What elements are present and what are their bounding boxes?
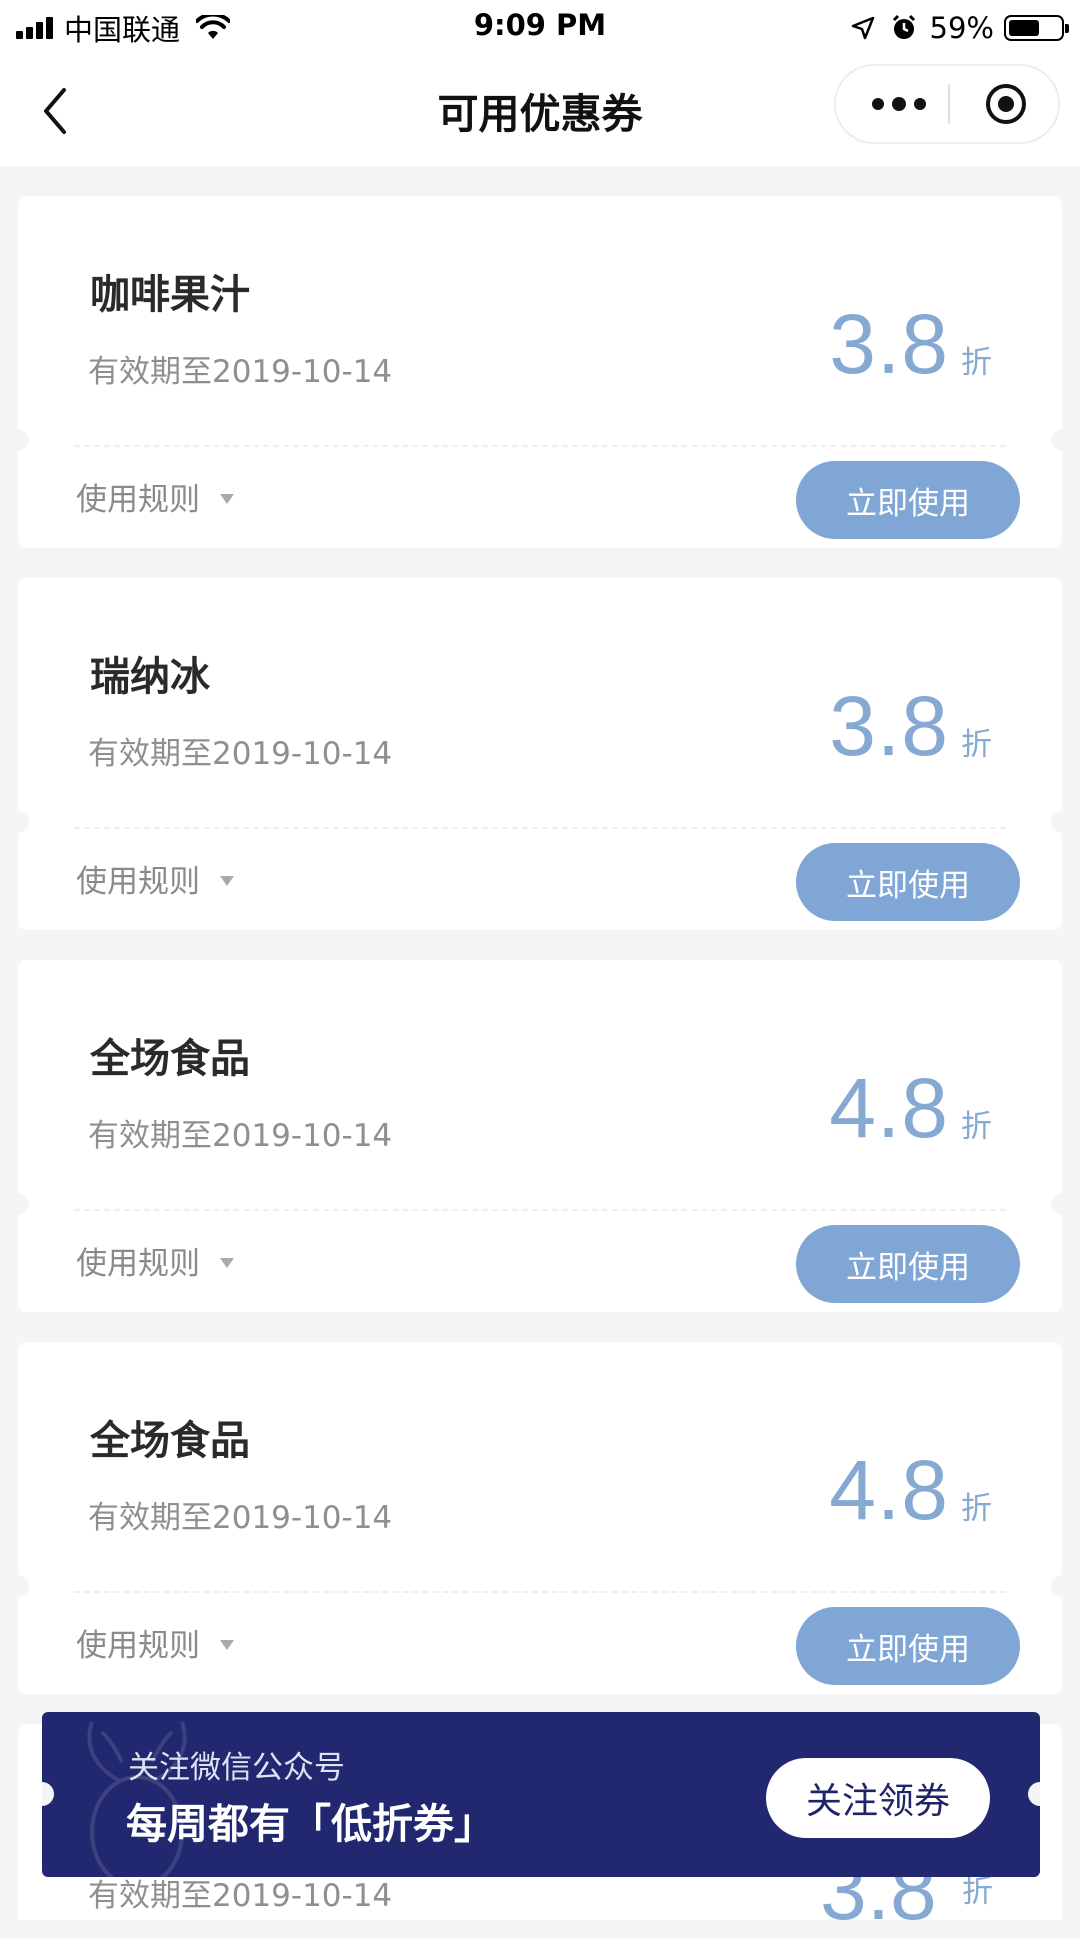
location-arrow-icon bbox=[851, 16, 874, 40]
card-notch bbox=[7, 1575, 29, 1597]
coupon-title: 全场食品 bbox=[90, 1418, 250, 1464]
card-notch bbox=[1051, 1575, 1073, 1597]
coupon-card: 瑞纳冰 有效期至2019-10-14 3.8 折 使用规则 立即使用 bbox=[7, 578, 1073, 930]
discount-unit: 折 bbox=[961, 1491, 992, 1527]
usage-rules-label: 使用规则 bbox=[76, 482, 200, 518]
usage-rules-toggle[interactable]: 使用规则 bbox=[76, 1238, 234, 1283]
banner-notch bbox=[1028, 1782, 1040, 1806]
battery-level bbox=[1009, 20, 1039, 36]
card-notch bbox=[7, 1193, 29, 1215]
coupon-title: 瑞纳冰 bbox=[90, 654, 210, 700]
coupon-expiry: 有效期至2019-10-14 bbox=[88, 736, 393, 772]
capsule-divider bbox=[948, 84, 950, 124]
usage-rules-toggle[interactable]: 使用规则 bbox=[76, 1620, 234, 1665]
coupon-expiry: 有效期至2019-10-14 bbox=[88, 1500, 393, 1536]
target-circle-icon[interactable] bbox=[984, 82, 1028, 126]
use-now-button[interactable]: 立即使用 bbox=[796, 1607, 1020, 1685]
discount-unit: 折 bbox=[961, 1109, 992, 1145]
battery-percent: 59% bbox=[929, 11, 994, 45]
coupon-title: 咖啡果汁 bbox=[90, 272, 250, 318]
more-dots-icon[interactable] bbox=[854, 66, 944, 142]
discount-value: 4.8 bbox=[829, 1061, 949, 1155]
usage-rules-label: 使用规则 bbox=[76, 1628, 200, 1664]
status-right: 59% bbox=[850, 8, 1069, 48]
banner-headline: 每周都有「低折券」 bbox=[126, 1800, 495, 1848]
card-notch bbox=[7, 811, 29, 833]
battery-icon bbox=[1004, 15, 1069, 41]
follow-claim-button[interactable]: 关注领券 bbox=[766, 1758, 990, 1838]
usage-rules-toggle[interactable]: 使用规则 bbox=[76, 474, 234, 519]
coupon-discount: 3.8 折 bbox=[829, 678, 992, 775]
nav-bar: 可用优惠券 bbox=[0, 56, 1080, 166]
usage-rules-label: 使用规则 bbox=[76, 1246, 200, 1282]
coupon-divider bbox=[74, 1591, 1006, 1593]
coupon-divider bbox=[74, 445, 1006, 447]
coupon-expiry: 有效期至2019-10-14 bbox=[88, 1118, 393, 1154]
discount-unit: 折 bbox=[961, 345, 992, 381]
coupon-card: 全场食品 有效期至2019-10-14 4.8 折 使用规则 立即使用 bbox=[7, 960, 1073, 1312]
use-now-button[interactable]: 立即使用 bbox=[796, 461, 1020, 539]
caret-down-icon bbox=[220, 493, 234, 504]
coupon-discount: 4.8 折 bbox=[829, 1060, 992, 1157]
discount-value: 3.8 bbox=[829, 679, 949, 773]
use-now-button[interactable]: 立即使用 bbox=[796, 1225, 1020, 1303]
follow-official-account-banner[interactable]: 关注微信公众号 每周都有「低折券」 关注领券 bbox=[42, 1712, 1040, 1877]
coupon-discount: 3.8 折 bbox=[829, 296, 992, 393]
caret-down-icon bbox=[220, 1257, 234, 1268]
discount-value: 4.8 bbox=[829, 1443, 949, 1537]
coupon-card: 全场食品 有效期至2019-10-14 4.8 折 使用规则 立即使用 bbox=[7, 1342, 1073, 1694]
use-now-button[interactable]: 立即使用 bbox=[796, 843, 1020, 921]
coupon-divider bbox=[74, 1209, 1006, 1211]
coupon-title: 全场食品 bbox=[90, 1036, 250, 1082]
usage-rules-toggle[interactable]: 使用规则 bbox=[76, 856, 234, 901]
coupon-card: 咖啡果汁 有效期至2019-10-14 3.8 折 使用规则 立即使用 bbox=[7, 196, 1073, 548]
mini-program-capsule bbox=[834, 64, 1060, 144]
caret-down-icon bbox=[220, 1639, 234, 1650]
caret-down-icon bbox=[220, 875, 234, 886]
card-notch bbox=[1051, 811, 1073, 833]
battery-cap bbox=[1065, 24, 1069, 33]
alarm-icon bbox=[892, 14, 915, 39]
card-notch bbox=[7, 429, 29, 451]
banner-subtitle: 关注微信公众号 bbox=[128, 1750, 345, 1786]
discount-value: 3.8 bbox=[829, 297, 949, 391]
status-bar: 中国联通 9:09 PM 59% bbox=[0, 0, 1080, 56]
card-notch bbox=[1051, 1193, 1073, 1215]
discount-unit: 折 bbox=[961, 727, 992, 763]
coupon-divider bbox=[74, 827, 1006, 829]
coupon-expiry: 有效期至2019-10-14 bbox=[88, 354, 393, 390]
usage-rules-label: 使用规则 bbox=[76, 864, 200, 900]
coupon-discount: 4.8 折 bbox=[829, 1442, 992, 1539]
card-notch bbox=[1051, 429, 1073, 451]
